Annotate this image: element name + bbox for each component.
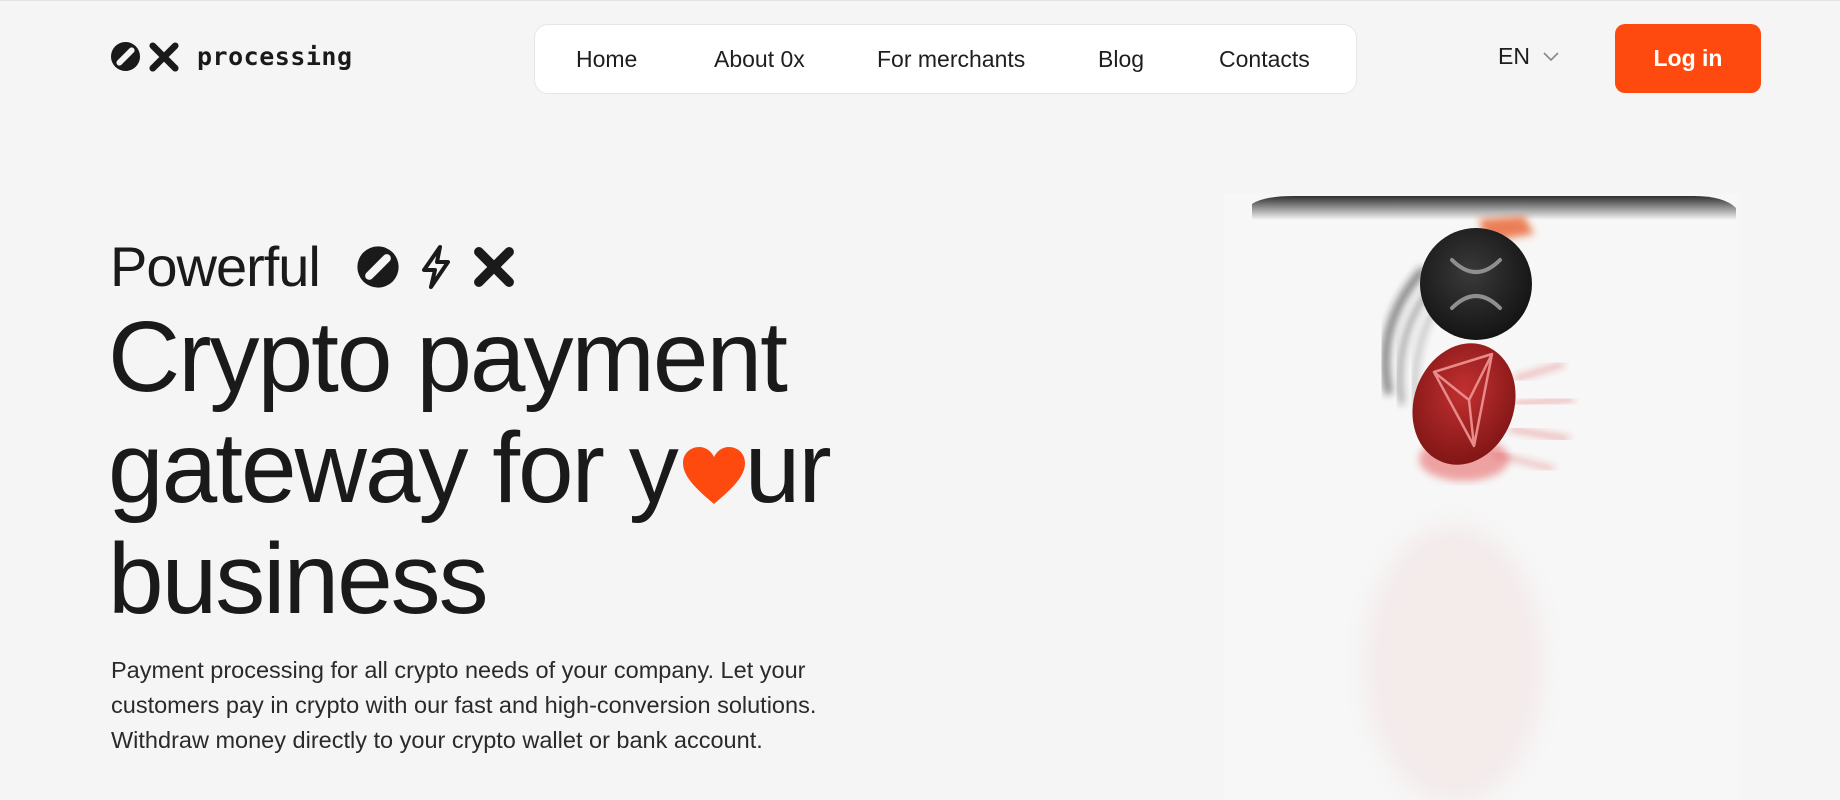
nav-blog[interactable]: Blog (1098, 25, 1144, 93)
nav-home[interactable]: Home (576, 25, 637, 93)
headline-line-2-start: gateway for y (108, 412, 679, 524)
description-line: Withdraw money directly to your crypto w… (111, 727, 763, 753)
description-line: customers pay in crypto with our fast an… (111, 692, 817, 718)
hero-animation (1224, 194, 1740, 800)
nav-contacts[interactable]: Contacts (1219, 25, 1310, 93)
coin-animation-graphic (1252, 196, 1736, 800)
nav-for-merchants[interactable]: For merchants (877, 25, 1025, 93)
zero-slash-icon (357, 246, 399, 288)
logo[interactable]: processing (110, 41, 353, 72)
language-selector[interactable]: EN (1498, 43, 1560, 70)
main-nav: Home About 0x For merchants Blog Contact… (534, 24, 1357, 94)
x-icon (473, 247, 514, 287)
headline-line-1: Crypto payment (108, 301, 788, 413)
heart-icon (681, 417, 747, 504)
logo-text: processing (197, 42, 353, 71)
hero-description: Payment processing for all crypto needs … (111, 653, 871, 758)
chevron-down-icon (1543, 51, 1559, 61)
headline-line-2: gateway for y ur (108, 412, 832, 524)
lightning-icon (421, 245, 450, 289)
nav-about[interactable]: About 0x (714, 25, 805, 93)
hero-eyebrow: Powerful (110, 233, 516, 301)
zero-slash-icon (110, 41, 141, 72)
x-icon (149, 41, 179, 72)
description-line: Payment processing for all crypto needs … (111, 657, 806, 683)
hero-icon-row (356, 244, 516, 290)
hero-eyebrow-text: Powerful (110, 235, 321, 298)
headline-line-2-end: ur (744, 412, 832, 524)
language-label: EN (1498, 43, 1530, 69)
headline-line-3: business (108, 523, 489, 635)
login-button[interactable]: Log in (1615, 24, 1761, 93)
